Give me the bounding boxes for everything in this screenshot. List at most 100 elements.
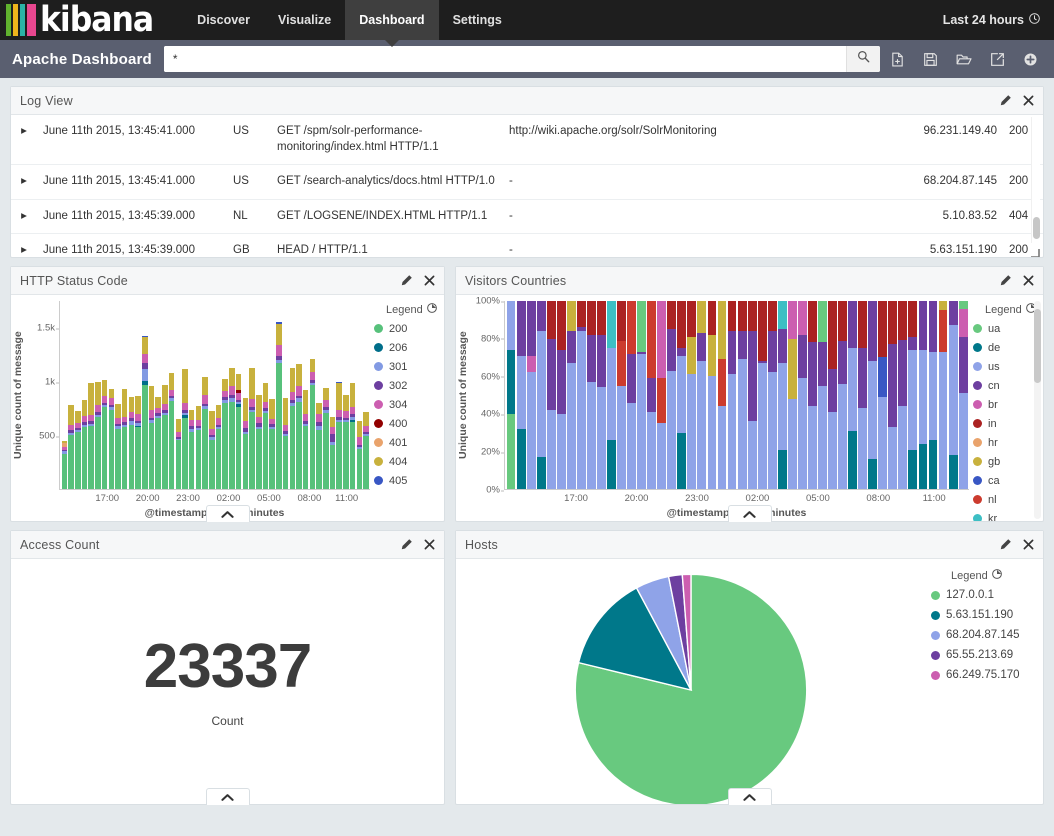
stacked-bar[interactable] <box>908 301 918 489</box>
nav-item-settings[interactable]: Settings <box>439 0 516 40</box>
stacked-bar[interactable] <box>737 301 747 489</box>
legend-item-302[interactable]: 302 <box>374 376 444 395</box>
legend-item-br[interactable]: br <box>973 395 1043 414</box>
row-expand-toggle[interactable]: ▸ <box>11 115 37 166</box>
stacked-bar[interactable] <box>747 301 757 489</box>
stacked-bar[interactable] <box>938 301 948 489</box>
stacked-bar[interactable] <box>586 301 596 489</box>
panel-resize-handle[interactable] <box>1030 245 1040 257</box>
legend-item-301[interactable]: 301 <box>374 357 444 376</box>
stacked-bar[interactable] <box>336 382 342 489</box>
close-icon[interactable] <box>1023 539 1034 550</box>
legend-item-127.0.0.1[interactable]: 127.0.0.1 <box>931 585 1043 605</box>
stacked-bar[interactable] <box>576 301 586 489</box>
legend-item-gb[interactable]: gb <box>973 452 1043 471</box>
stacked-bar[interactable] <box>878 301 888 489</box>
stacked-bar[interactable] <box>155 397 161 489</box>
stacked-bar[interactable] <box>95 382 101 489</box>
stacked-bar[interactable] <box>309 358 316 489</box>
legend-item-nl[interactable]: nl <box>973 490 1043 509</box>
stacked-bar[interactable] <box>808 301 817 489</box>
stacked-bar[interactable] <box>115 403 121 489</box>
stacked-bar[interactable] <box>818 301 827 489</box>
stacked-bar[interactable] <box>276 321 282 489</box>
stacked-bar[interactable] <box>597 301 606 489</box>
stacked-bar[interactable] <box>269 398 275 489</box>
stacked-bar[interactable] <box>101 380 108 489</box>
stacked-bar[interactable] <box>787 301 797 489</box>
log-scrollbar-thumb[interactable] <box>1033 217 1040 239</box>
legend-item-68.204.87.145[interactable]: 68.204.87.145 <box>931 625 1043 645</box>
legend-item-405[interactable]: 405 <box>374 471 444 490</box>
stacked-bar[interactable] <box>343 394 349 489</box>
close-icon[interactable] <box>1023 95 1034 106</box>
nav-item-visualize[interactable]: Visualize <box>264 0 345 40</box>
stacked-bar[interactable] <box>687 301 697 489</box>
stacked-bar[interactable] <box>323 388 329 489</box>
stacked-bar[interactable] <box>717 301 727 489</box>
legend-item-66.249.75.170[interactable]: 66.249.75.170 <box>931 665 1043 685</box>
add-visualization-icon[interactable] <box>1023 52 1038 67</box>
edit-icon[interactable] <box>400 538 413 551</box>
stacked-bar[interactable] <box>888 301 898 489</box>
stacked-bar[interactable] <box>235 373 242 489</box>
search-input[interactable] <box>163 46 846 72</box>
stacked-bar[interactable] <box>546 301 556 489</box>
stacked-bar[interactable] <box>607 301 616 489</box>
collapse-panel-button[interactable] <box>727 788 772 805</box>
stacked-bar[interactable] <box>918 301 928 489</box>
legend-item-400[interactable]: 400 <box>374 414 444 433</box>
legend-item-206[interactable]: 206 <box>374 338 444 357</box>
stacked-bar[interactable] <box>81 399 88 489</box>
edit-icon[interactable] <box>400 274 413 287</box>
legend-toggle-icon[interactable] <box>426 303 437 316</box>
legend-item-kr[interactable]: kr <box>973 509 1043 521</box>
stacked-bar[interactable] <box>108 388 115 489</box>
stacked-bar[interactable] <box>289 367 296 489</box>
stacked-bar[interactable] <box>536 301 546 489</box>
legend-item-de[interactable]: de <box>973 338 1043 357</box>
legend-item-304[interactable]: 304 <box>374 395 444 414</box>
stacked-bar[interactable] <box>88 383 94 489</box>
close-icon[interactable] <box>1023 275 1034 286</box>
stacked-bar[interactable] <box>302 390 309 489</box>
new-dashboard-icon[interactable] <box>890 52 905 67</box>
stacked-bar[interactable] <box>209 411 215 489</box>
stacked-bar[interactable] <box>898 301 908 489</box>
stacked-bar[interactable] <box>697 301 707 489</box>
legend-item-hr[interactable]: hr <box>973 433 1043 452</box>
stacked-bar[interactable] <box>188 409 195 489</box>
stacked-bar[interactable] <box>182 368 188 489</box>
stacked-bar[interactable] <box>349 382 356 489</box>
stacked-bar[interactable] <box>329 416 336 489</box>
log-scrollbar[interactable] <box>1031 117 1040 243</box>
stacked-bar[interactable] <box>858 301 868 489</box>
stacked-bar[interactable] <box>797 301 807 489</box>
stacked-bar[interactable] <box>777 301 787 489</box>
legend-item-us[interactable]: us <box>973 357 1043 376</box>
stacked-bar[interactable] <box>767 301 777 489</box>
legend-item-5.63.151.190[interactable]: 5.63.151.190 <box>931 605 1043 625</box>
row-expand-toggle[interactable]: ▸ <box>11 199 37 235</box>
close-icon[interactable] <box>424 275 435 286</box>
stacked-bar[interactable] <box>948 301 958 489</box>
stacked-bar[interactable] <box>657 301 667 489</box>
legend-scrollbar-thumb[interactable] <box>1034 309 1041 383</box>
search-button[interactable] <box>846 46 880 72</box>
stacked-bar[interactable] <box>148 385 155 489</box>
stacked-bar[interactable] <box>828 301 837 489</box>
legend-item-ua[interactable]: ua <box>973 319 1043 338</box>
hosts-pie-chart[interactable] <box>456 559 925 804</box>
legend-item-401[interactable]: 401 <box>374 433 444 452</box>
stacked-bar[interactable] <box>627 301 637 489</box>
stacked-bar[interactable] <box>121 388 128 489</box>
stacked-bar[interactable] <box>75 410 81 489</box>
stacked-bar[interactable] <box>363 412 369 489</box>
load-dashboard-icon[interactable] <box>956 52 972 67</box>
nav-item-discover[interactable]: Discover <box>183 0 264 40</box>
stacked-bar[interactable] <box>958 301 968 489</box>
stacked-bar[interactable] <box>175 418 182 489</box>
stacked-bar[interactable] <box>262 382 269 489</box>
time-picker[interactable]: Last 24 hours <box>943 0 1054 40</box>
edit-icon[interactable] <box>999 538 1012 551</box>
